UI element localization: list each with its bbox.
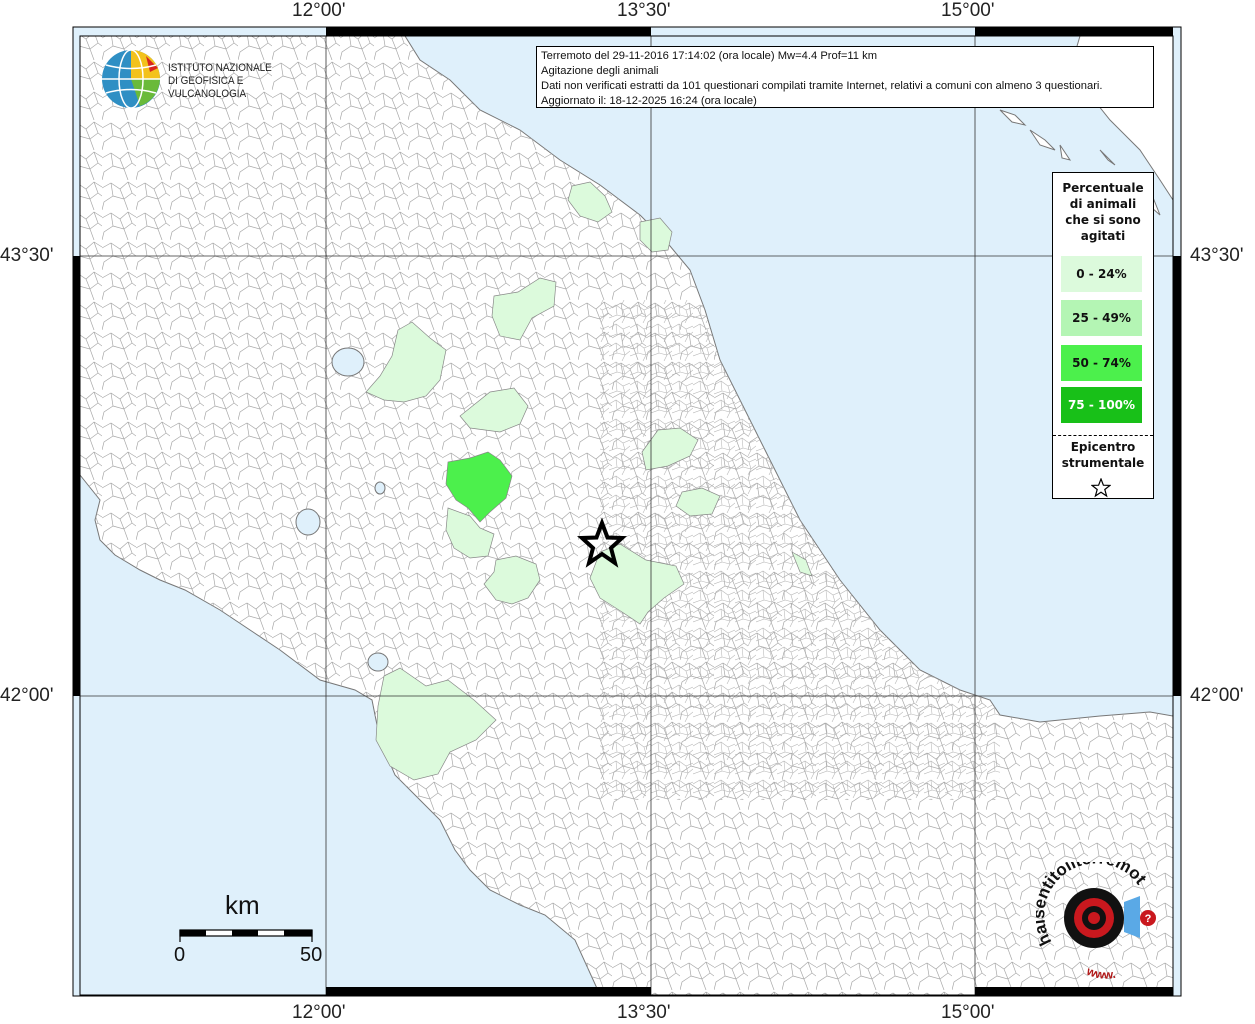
scale-max: 50	[300, 944, 323, 966]
ingv-globe-icon	[102, 49, 160, 109]
lake-small	[374, 481, 386, 495]
ingv-name: ISTITUTO NAZIONALE DI GEOFISICA E VULCAN…	[168, 62, 272, 100]
info-line-data: Dati non verificati estratti da 101 ques…	[541, 80, 1103, 92]
legend-epicenter-label: Epicentro strumentale	[1061, 440, 1145, 470]
scale-unit: km	[225, 890, 260, 920]
scale-ruler	[179, 929, 313, 942]
legend-class-25-49: 25 - 49%	[1061, 300, 1142, 336]
epicenter-star-icon	[1091, 478, 1111, 498]
hst-logo-graphic: haisentitoilterremoto.it www. ?	[1029, 847, 1156, 982]
megaphone-icon	[1124, 896, 1140, 938]
legend-class-0-24: 0 - 24%	[1061, 256, 1142, 292]
lon-label-top-1: 12°00'	[292, 0, 346, 21]
lon-label-bottom-1: 12°00'	[292, 1002, 346, 1023]
lat-label-left-1: 43°30'	[0, 245, 54, 266]
lake-bolsena	[295, 508, 321, 536]
lat-label-left-2: 42°00'	[0, 685, 54, 706]
legend-divider	[1053, 435, 1153, 436]
lon-label-bottom-3: 15°00'	[941, 1002, 995, 1023]
ingv-logo: ISTITUTO NAZIONALE DI GEOFISICA E VULCAN…	[100, 46, 320, 110]
scale-min: 0	[174, 944, 186, 966]
lon-label-top-3: 15°00'	[941, 0, 995, 21]
lat-label-right-2: 42°00'	[1190, 685, 1244, 706]
lake-bracciano	[367, 652, 389, 672]
info-line-updated: Aggiornato il: 18-12-2025 16:24 (ora loc…	[541, 95, 757, 107]
legend-class-50-74: 50 - 74%	[1061, 345, 1142, 381]
legend-class-75-100: 75 - 100%	[1061, 387, 1142, 423]
hst-logo-url: www.	[1084, 964, 1117, 982]
info-line-event: Terremoto del 29-11-2016 17:14:02 (ora l…	[541, 50, 878, 62]
hst-logo: haisentitoilterremoto.it www. ?	[1029, 847, 1166, 982]
legend: Percentuale di animali che si sono agita…	[1052, 172, 1154, 499]
lon-label-top-2: 13°30'	[617, 0, 671, 21]
lake-trasimeno	[331, 347, 365, 377]
scale-bar: km 0 50	[170, 888, 330, 978]
info-line-subject: Agitazione degli animali	[541, 65, 659, 77]
lon-label-bottom-2: 13°30'	[617, 1002, 671, 1023]
svg-text:?: ?	[1145, 913, 1152, 925]
lat-label-right-1: 43°30'	[1190, 245, 1244, 266]
earthquake-info-box: Terremoto del 29-11-2016 17:14:02 (ora l…	[536, 46, 1154, 108]
svg-text:www.: www.	[1084, 964, 1117, 980]
legend-title: Percentuale di animali che si sono agita…	[1062, 181, 1144, 243]
